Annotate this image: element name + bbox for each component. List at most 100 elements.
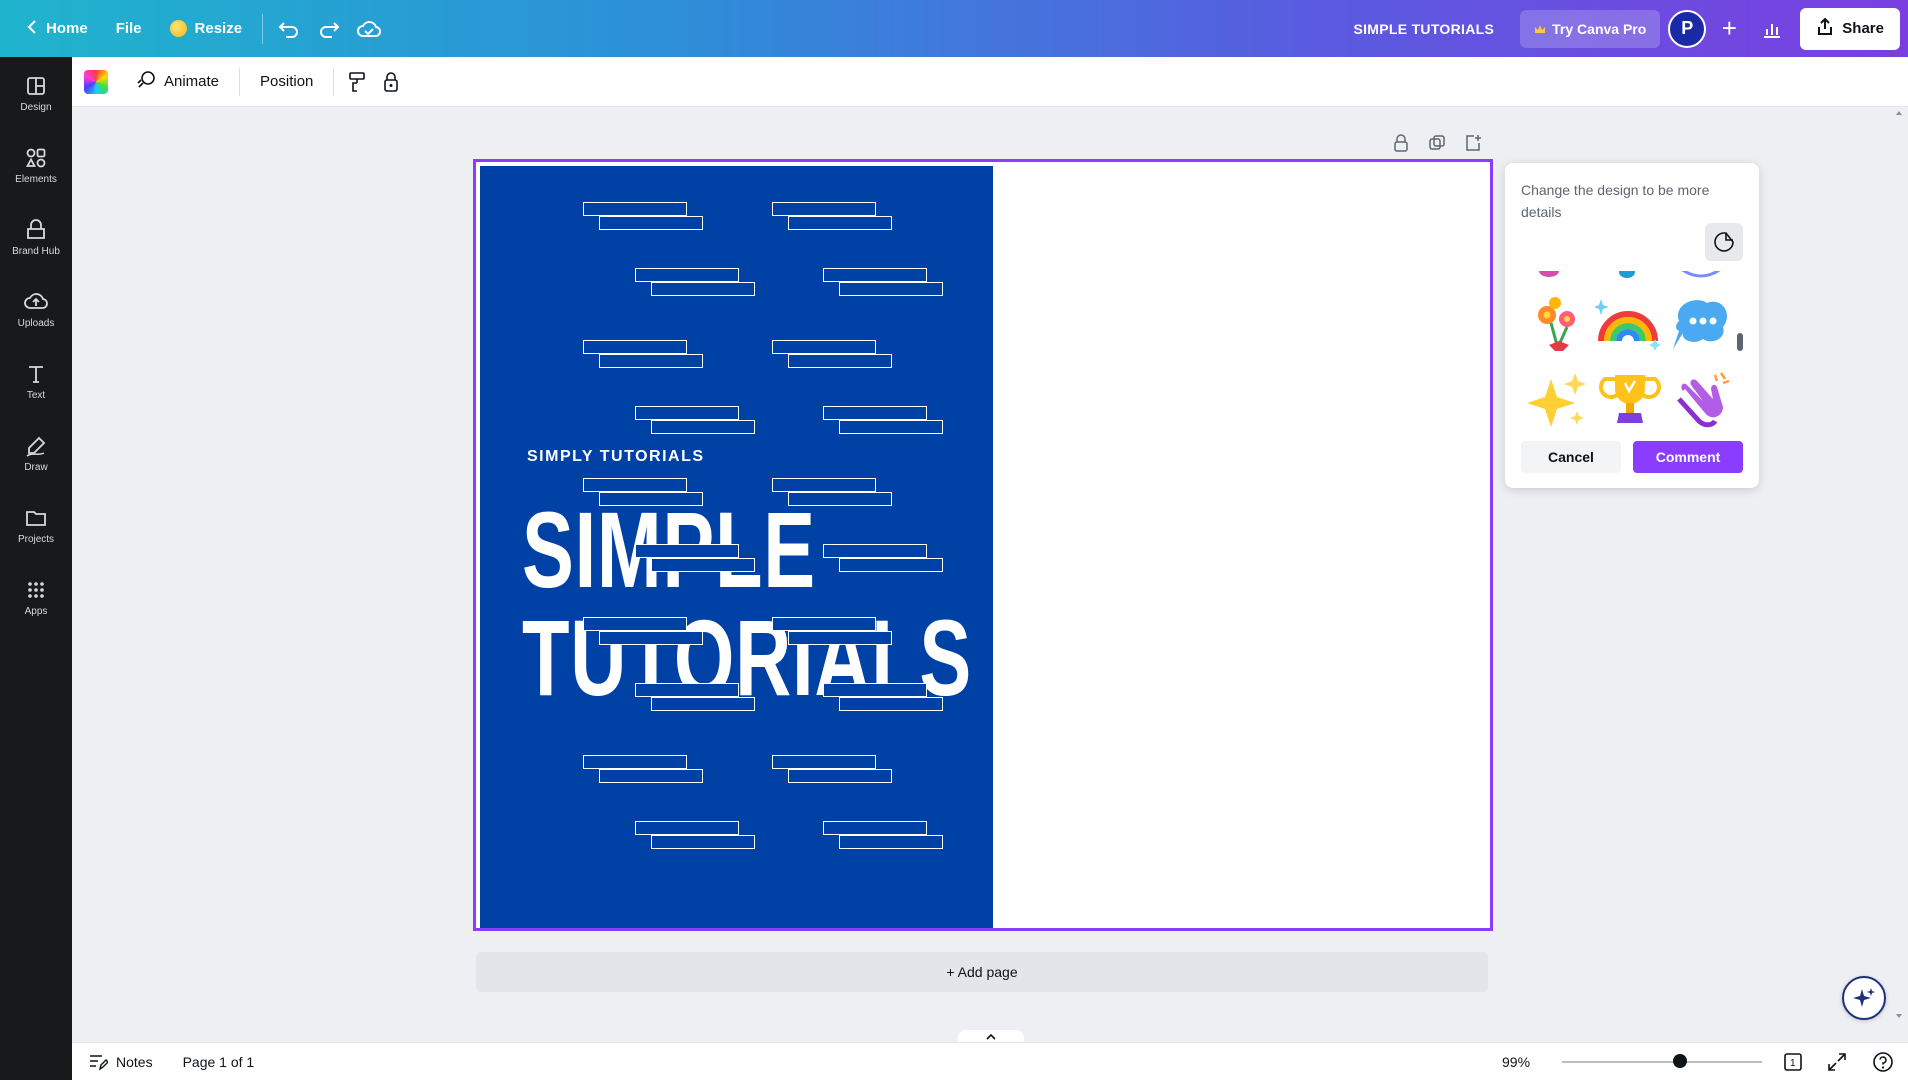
sticker-rainbow-icon[interactable] <box>1595 293 1661 359</box>
comment-button[interactable]: Comment <box>1633 441 1743 473</box>
decorative-bar[interactable] <box>651 697 755 711</box>
home-button[interactable]: Home <box>12 9 102 49</box>
sticker-picker-button[interactable] <box>1705 223 1743 261</box>
decorative-bar[interactable] <box>583 478 687 492</box>
decorative-bar[interactable] <box>823 406 927 420</box>
decorative-bar[interactable] <box>599 769 703 783</box>
lock-page-icon[interactable] <box>1390 132 1412 154</box>
resize-button[interactable]: Resize <box>156 9 257 49</box>
decorative-bar[interactable] <box>599 354 703 368</box>
add-people-icon[interactable]: + <box>1714 13 1744 44</box>
sidebar-item-apps[interactable]: Apps <box>0 561 72 633</box>
animate-label: Animate <box>164 73 220 90</box>
sidebar-item-design[interactable]: Design <box>0 57 72 129</box>
avatar[interactable]: P <box>1668 9 1707 48</box>
decorative-bar[interactable] <box>772 617 876 631</box>
decorative-bar[interactable] <box>788 631 892 645</box>
elements-icon <box>25 148 46 167</box>
design-page[interactable]: SIMPLY TUTORIALS SIMPLE TUTORIALS <box>473 159 1493 931</box>
decorative-bar[interactable] <box>839 420 943 434</box>
file-menu-button[interactable]: File <box>102 9 156 49</box>
sidebar-item-uploads[interactable]: Uploads <box>0 273 72 345</box>
sticker-scrollbar[interactable] <box>1737 333 1743 351</box>
decorative-bar[interactable] <box>583 617 687 631</box>
decorative-bar[interactable] <box>772 478 876 492</box>
fullscreen-icon[interactable] <box>1826 1051 1848 1073</box>
sidebar-item-brand-hub[interactable]: Brand Hub <box>0 201 72 273</box>
decorative-bar[interactable] <box>788 216 892 230</box>
canvas-scrollbar[interactable] <box>1895 110 1903 1020</box>
decorative-bar[interactable] <box>583 340 687 354</box>
headline-text[interactable]: SIMPLE TUTORIALS <box>522 496 972 712</box>
animate-button[interactable]: Animate <box>122 64 233 100</box>
decorative-bar[interactable] <box>772 755 876 769</box>
decorative-bar[interactable] <box>599 631 703 645</box>
sticker-icon <box>1714 232 1734 252</box>
decorative-bar[interactable] <box>839 282 943 296</box>
sidebar-item-elements[interactable]: Elements <box>0 129 72 201</box>
decorative-bar[interactable] <box>788 769 892 783</box>
insights-chart-icon[interactable] <box>1752 9 1792 49</box>
sidebar-item-draw[interactable]: Draw <box>0 417 72 489</box>
try-pro-label: Try Canva Pro <box>1552 20 1647 37</box>
decorative-bar[interactable] <box>651 558 755 572</box>
decorative-bar[interactable] <box>599 492 703 506</box>
decorative-bar[interactable] <box>823 683 927 697</box>
document-title[interactable]: SIMPLE TUTORIALS <box>1353 21 1494 37</box>
decorative-bar[interactable] <box>823 268 927 282</box>
sidebar-item-label: Elements <box>15 173 57 185</box>
page-indicator[interactable]: Page 1 of 1 <box>183 1054 255 1070</box>
decorative-bar[interactable] <box>651 420 755 434</box>
color-picker-icon[interactable] <box>84 69 108 94</box>
zoom-slider-track[interactable] <box>1562 1061 1762 1063</box>
sticker-clapping-hands-icon[interactable] <box>1669 367 1735 433</box>
decorative-bar[interactable] <box>599 216 703 230</box>
position-button[interactable]: Position <box>246 64 327 100</box>
decorative-bar[interactable] <box>772 340 876 354</box>
decorative-bar[interactable] <box>839 835 943 849</box>
decorative-bar[interactable] <box>823 821 927 835</box>
decorative-bar[interactable] <box>839 697 943 711</box>
decorative-bar[interactable] <box>651 835 755 849</box>
decorative-bar[interactable] <box>583 755 687 769</box>
try-canva-pro-button[interactable]: Try Canva Pro <box>1520 9 1661 48</box>
add-page-icon[interactable] <box>1462 132 1484 154</box>
sticker-sparkles-icon[interactable] <box>1525 367 1591 433</box>
cloud-saved-icon[interactable] <box>349 9 389 49</box>
decorative-bar[interactable] <box>635 544 739 558</box>
paint-roller-icon[interactable] <box>340 64 374 100</box>
add-page-button[interactable]: + Add page <box>476 952 1488 992</box>
decorative-bar[interactable] <box>788 354 892 368</box>
zoom-percentage[interactable]: 99% <box>1502 1054 1530 1070</box>
notes-button[interactable]: Notes <box>88 1053 153 1071</box>
decorative-bar[interactable] <box>635 406 739 420</box>
sticker-speech-bubble-icon[interactable] <box>1669 291 1735 357</box>
sidebar-item-label: Uploads <box>17 317 55 329</box>
undo-icon[interactable] <box>269 9 309 49</box>
decorative-bar[interactable] <box>839 558 943 572</box>
decorative-bar[interactable] <box>772 202 876 216</box>
sidebar-item-projects[interactable]: Projects <box>0 489 72 561</box>
decorative-bar[interactable] <box>635 683 739 697</box>
kicker-text[interactable]: SIMPLY TUTORIALS <box>527 448 705 466</box>
lock-icon[interactable] <box>374 64 408 100</box>
decorative-bar[interactable] <box>651 282 755 296</box>
share-button[interactable]: Share <box>1800 7 1900 50</box>
page-grid-view-icon[interactable]: 1 <box>1782 1051 1804 1073</box>
sidebar-item-text[interactable]: Text <box>0 345 72 417</box>
sticker-trophy-icon[interactable] <box>1597 367 1663 433</box>
decorative-bar[interactable] <box>823 544 927 558</box>
decorative-bar[interactable] <box>635 268 739 282</box>
duplicate-page-icon[interactable] <box>1426 132 1448 154</box>
magic-assistant-button[interactable] <box>1842 976 1886 1020</box>
notes-label: Notes <box>116 1053 153 1070</box>
redo-icon[interactable] <box>309 9 349 49</box>
decorative-bar[interactable] <box>583 202 687 216</box>
comment-text[interactable]: Change the design to be more details <box>1521 179 1731 223</box>
decorative-bar[interactable] <box>635 821 739 835</box>
cancel-button[interactable]: Cancel <box>1521 441 1621 473</box>
decorative-bar[interactable] <box>788 492 892 506</box>
sticker-flowers-icon[interactable] <box>1525 293 1591 359</box>
zoom-slider-handle[interactable] <box>1673 1054 1687 1068</box>
help-icon[interactable] <box>1872 1051 1894 1073</box>
